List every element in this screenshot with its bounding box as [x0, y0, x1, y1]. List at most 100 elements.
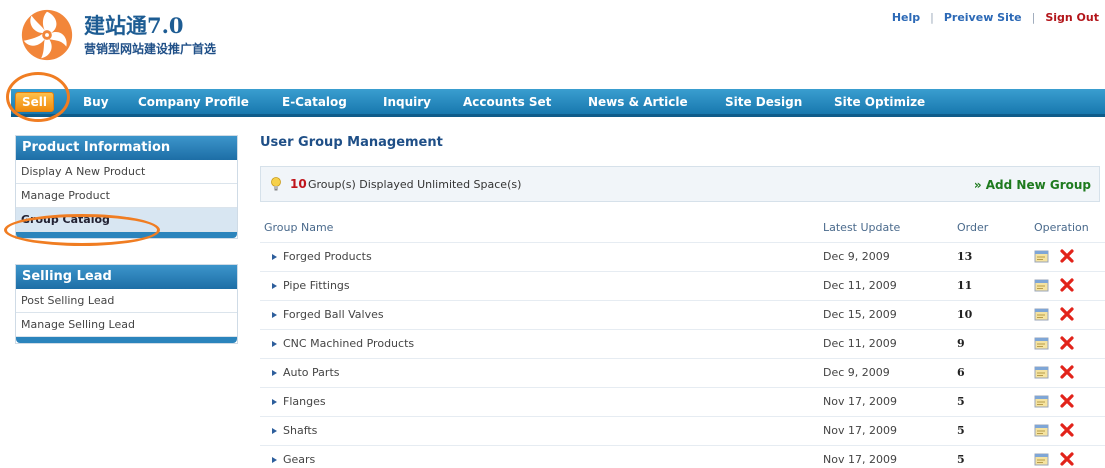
group-name-link[interactable]: CNC Machined Products: [272, 337, 414, 350]
nav-item-site-design[interactable]: Site Design: [725, 95, 802, 109]
delete-icon[interactable]: [1059, 335, 1075, 351]
nav-item-e-catalog[interactable]: E-Catalog: [282, 95, 347, 109]
table-row: Auto Parts Dec 9, 2009 6: [260, 358, 1105, 387]
group-name: Shafts: [283, 424, 318, 437]
group-table: Forged Products Dec 9, 2009 13 Pipe Fitting…: [260, 242, 1105, 468]
delete-icon[interactable]: [1059, 306, 1075, 322]
edit-icon[interactable]: [1034, 278, 1050, 293]
table-row: Pipe Fittings Dec 11, 2009 11: [260, 271, 1105, 300]
group-count-text: Group(s) Displayed Unlimited Space(s): [308, 178, 522, 191]
delete-icon[interactable]: [1059, 422, 1075, 438]
sidebar-item-post-selling-lead[interactable]: Post Selling Lead: [16, 289, 237, 313]
table-row: Forged Ball Valves Dec 15, 2009 10: [260, 300, 1105, 329]
group-name: Gears: [283, 453, 316, 466]
triangle-bullet-icon: [272, 457, 277, 463]
group-name-link[interactable]: Pipe Fittings: [272, 279, 350, 292]
edit-icon[interactable]: [1034, 336, 1050, 351]
triangle-bullet-icon: [272, 399, 277, 405]
latest-update: Dec 15, 2009: [823, 308, 897, 321]
sidebar-item-group-catalog[interactable]: Group Catalog: [16, 208, 237, 232]
preview-site-link[interactable]: Preivew Site: [944, 11, 1022, 24]
sidebar-footer: [16, 337, 237, 343]
latest-update: Dec 11, 2009: [823, 337, 897, 350]
group-name-link[interactable]: Shafts: [272, 424, 317, 437]
nav-item-site-optimize[interactable]: Site Optimize: [834, 95, 925, 109]
sidebar-item-manage-product[interactable]: Manage Product: [16, 184, 237, 208]
link-separator: |: [1031, 11, 1036, 24]
order-value: 5: [957, 395, 965, 408]
edit-icon[interactable]: [1034, 423, 1050, 438]
sign-out-link[interactable]: Sign Out: [1045, 11, 1099, 24]
edit-icon[interactable]: [1034, 365, 1050, 380]
sidebar-item-display-new-product[interactable]: Display A New Product: [16, 160, 237, 184]
order-value: 6: [957, 366, 965, 379]
latest-update: Dec 9, 2009: [823, 250, 890, 263]
sidebar-product-information: Product Information Display A New Produc…: [15, 135, 238, 239]
edit-icon[interactable]: [1034, 394, 1050, 409]
add-new-group-link[interactable]: » Add New Group: [974, 178, 1091, 192]
triangle-bullet-icon: [272, 428, 277, 434]
link-separator: |: [930, 11, 934, 24]
edit-icon[interactable]: [1034, 307, 1050, 322]
table-row: Shafts Nov 17, 2009 5: [260, 416, 1105, 445]
nav-item-sell[interactable]: Sell: [15, 92, 55, 112]
delete-icon[interactable]: [1059, 248, 1075, 264]
sidebar-section-title: Product Information: [16, 136, 237, 160]
latest-update: Nov 17, 2009: [823, 395, 897, 408]
group-name: Pipe Fittings: [283, 279, 350, 292]
brand-title: 建站通7.0: [84, 13, 184, 38]
delete-icon[interactable]: [1059, 364, 1075, 380]
group-name: Flanges: [283, 395, 326, 408]
triangle-bullet-icon: [272, 283, 277, 289]
nav-item-accounts-set[interactable]: Accounts Set: [463, 95, 551, 109]
column-header-operation: Operation: [1034, 221, 1089, 234]
column-header-latest-update: Latest Update: [823, 221, 901, 234]
triangle-bullet-icon: [272, 341, 277, 347]
edit-icon[interactable]: [1034, 249, 1050, 264]
flower-logo-icon: [21, 9, 73, 61]
order-value: 5: [957, 424, 965, 437]
group-name-link[interactable]: Gears: [272, 453, 315, 466]
table-header: Group Name Latest Update Order Operation: [260, 218, 1105, 238]
group-name: Forged Ball Valves: [283, 308, 384, 321]
latest-update: Dec 11, 2009: [823, 279, 897, 292]
nav-item-inquiry[interactable]: Inquiry: [383, 95, 431, 109]
main-nav: Sell Buy Company Profile E-Catalog Inqui…: [11, 89, 1105, 117]
order-value: 11: [957, 279, 973, 292]
table-row: Forged Products Dec 9, 2009 13: [260, 242, 1105, 271]
sidebar-selling-lead: Selling Lead Post Selling Lead Manage Se…: [15, 264, 238, 344]
triangle-bullet-icon: [272, 254, 277, 260]
group-name-link[interactable]: Forged Products: [272, 250, 372, 263]
nav-item-company-profile[interactable]: Company Profile: [138, 95, 249, 109]
nav-item-news-article[interactable]: News & Article: [588, 95, 688, 109]
group-count: 10: [290, 177, 307, 191]
group-name: Auto Parts: [283, 366, 340, 379]
order-value: 13: [957, 250, 973, 263]
bulb-icon: [271, 177, 281, 191]
column-header-group-name: Group Name: [264, 221, 334, 234]
sidebar-footer: [16, 232, 237, 238]
order-value: 9: [957, 337, 965, 350]
edit-icon[interactable]: [1034, 452, 1050, 467]
table-row: Flanges Nov 17, 2009 5: [260, 387, 1105, 416]
latest-update: Nov 17, 2009: [823, 424, 897, 437]
delete-icon[interactable]: [1059, 277, 1075, 293]
page-title: User Group Management: [260, 135, 443, 150]
help-link[interactable]: Help: [892, 11, 920, 24]
top-links: Help | Preivew Site | Sign Out: [892, 11, 1099, 24]
latest-update: Nov 17, 2009: [823, 453, 897, 466]
table-row: Gears Nov 17, 2009 5: [260, 445, 1105, 468]
sidebar-item-manage-selling-lead[interactable]: Manage Selling Lead: [16, 313, 237, 337]
delete-icon[interactable]: [1059, 451, 1075, 467]
triangle-bullet-icon: [272, 312, 277, 318]
group-name-link[interactable]: Forged Ball Valves: [272, 308, 384, 321]
nav-item-buy[interactable]: Buy: [83, 95, 109, 109]
info-bar: 10 Group(s) Displayed Unlimited Space(s)…: [260, 166, 1100, 202]
header: 建站通7.0 营销型网站建设推广首选 Help | Preivew Site | Sig…: [0, 0, 1105, 86]
brand-subtitle: 营销型网站建设推广首选: [84, 42, 217, 56]
group-name: CNC Machined Products: [283, 337, 415, 350]
sidebar-section-title: Selling Lead: [16, 265, 237, 289]
group-name-link[interactable]: Flanges: [272, 395, 326, 408]
group-name-link[interactable]: Auto Parts: [272, 366, 339, 379]
delete-icon[interactable]: [1059, 393, 1075, 409]
